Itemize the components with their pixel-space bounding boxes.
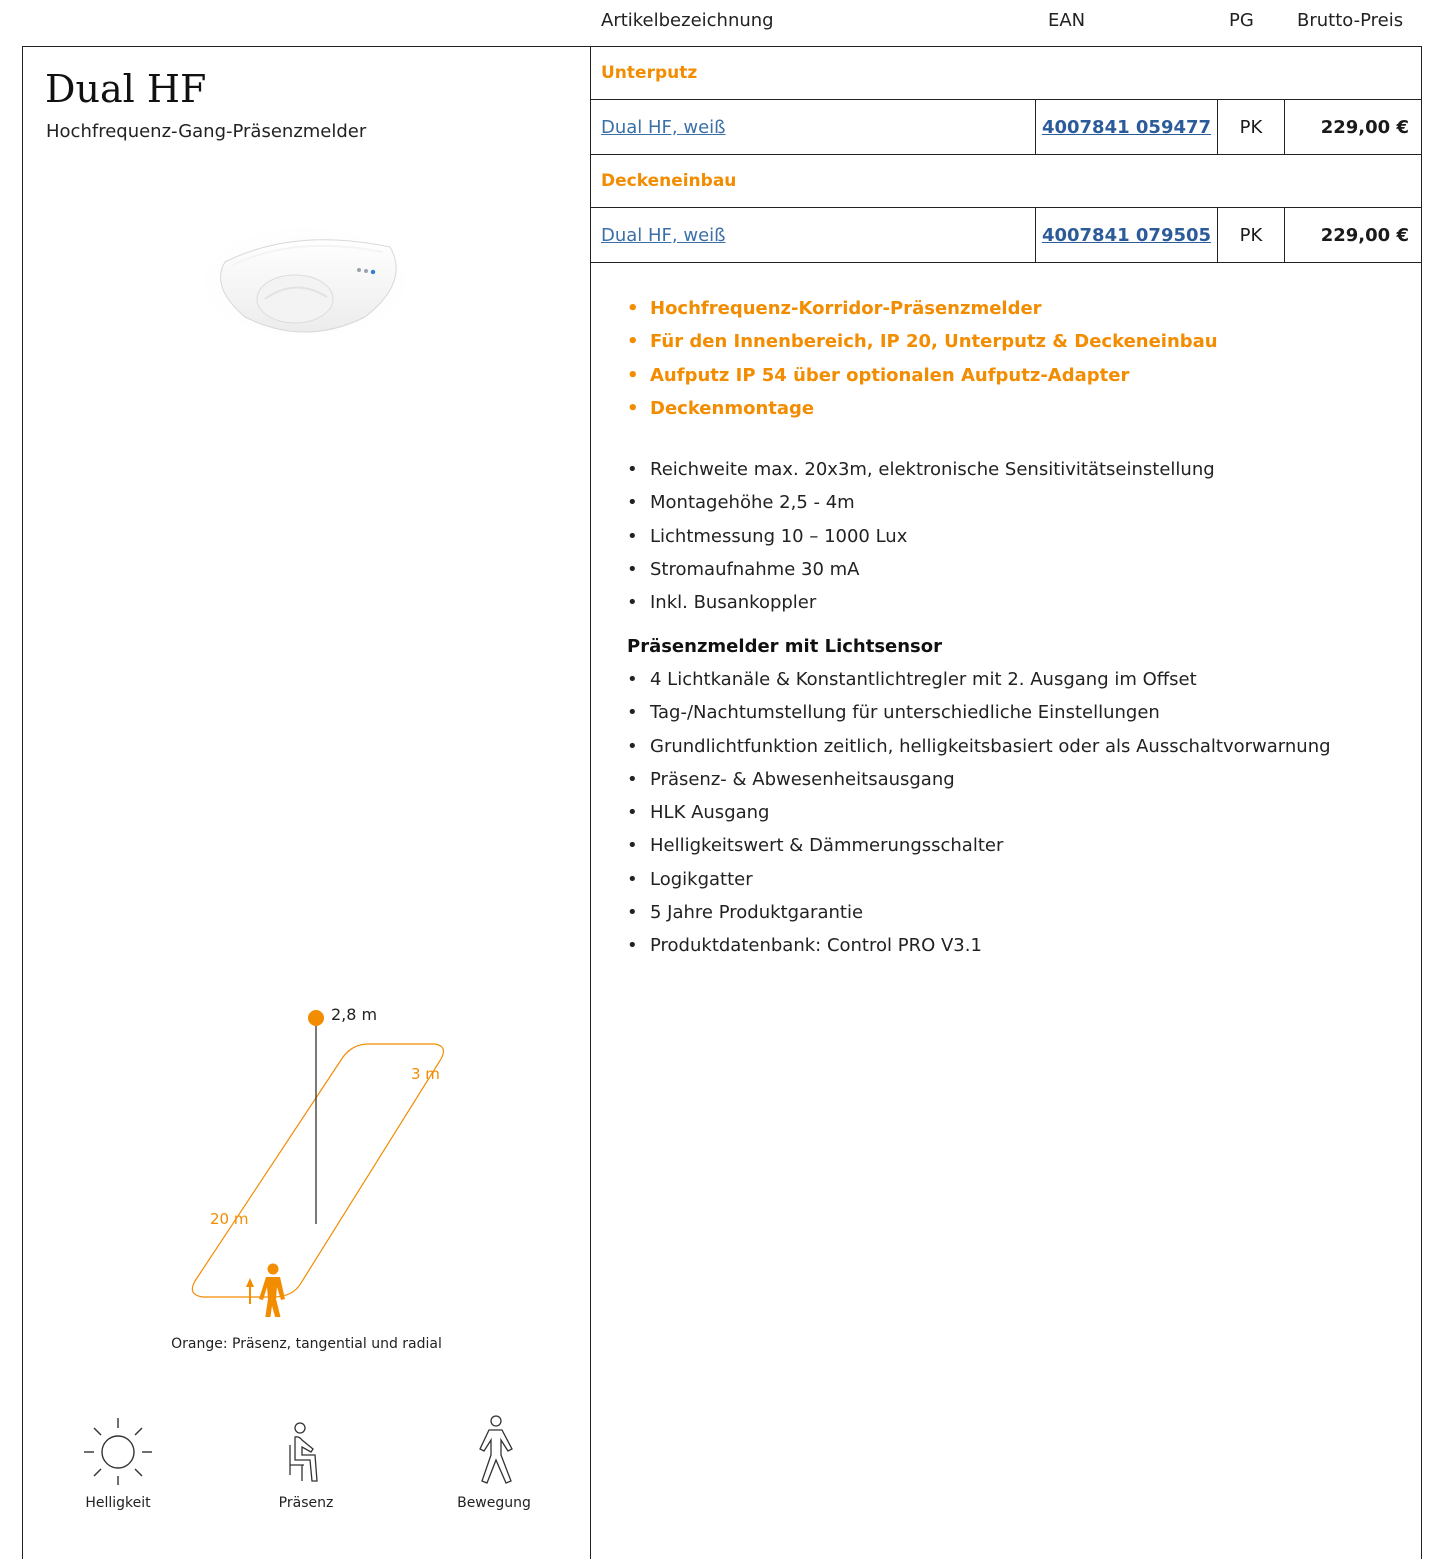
header-brutto-preis: Brutto-Preis bbox=[1297, 10, 1404, 31]
product-title: Dual HF bbox=[45, 67, 207, 111]
list-item: Produktdatenbank: Control PRO V3.1 bbox=[627, 934, 1331, 967]
article-link[interactable]: Dual HF, weiß bbox=[601, 225, 726, 246]
header-pg: PG bbox=[1229, 10, 1254, 31]
product-subtitle: Hochfrequenz-Gang-Präsenzmelder bbox=[46, 121, 367, 142]
article-link[interactable]: Dual HF, weiß bbox=[601, 117, 726, 138]
product-overview: Dual HF Hochfrequenz-Gang-Präsenzmelder bbox=[23, 47, 590, 1559]
feature-label: Helligkeit bbox=[85, 1495, 151, 1511]
list-item: Deckenmontage bbox=[627, 397, 1218, 430]
diagram-caption: Orange: Präsenz, tangential und radial bbox=[171, 1336, 442, 1352]
height-label: 2,8 m bbox=[331, 1005, 378, 1024]
coverage-diagram: 2,8 m 3 m 20 m bbox=[173, 947, 493, 1336]
pg-cell: PK bbox=[1218, 100, 1285, 154]
list-item: Reichweite max. 20x3m, elektronische Sen… bbox=[627, 458, 1215, 491]
list-item: Inkl. Busankoppler bbox=[627, 591, 1215, 624]
feature-label: Bewegung bbox=[457, 1495, 531, 1511]
feature-label: Präsenz bbox=[278, 1495, 334, 1511]
section-deckeneinbau: Deckeneinbau bbox=[591, 155, 1421, 208]
seated-person-icon bbox=[289, 1422, 318, 1482]
list-item: Stromaufnahme 30 mA bbox=[627, 558, 1215, 591]
table-header: Artikelbezeichnung EAN PG Brutto-Preis bbox=[0, 0, 1439, 46]
length-label: 20 m bbox=[210, 1210, 249, 1228]
walking-person-icon bbox=[479, 1415, 513, 1484]
price-cell: 229,00 € bbox=[1320, 224, 1409, 246]
list-item: Helligkeitswert & Dämmerungsschalter bbox=[627, 834, 1331, 867]
subsection-title: Präsenzmelder mit Lichtsensor bbox=[627, 636, 943, 657]
article-table: Unterputz Dual HF, weiß 4007841 059477 P… bbox=[591, 47, 1421, 263]
list-item: Für den Innenbereich, IP 20, Unterputz &… bbox=[627, 330, 1218, 363]
pg-cell: PK bbox=[1218, 208, 1285, 262]
list-item: Grundlichtfunktion zeitlich, helligkeits… bbox=[627, 735, 1331, 768]
sun-icon bbox=[84, 1418, 152, 1485]
list-item: Tag-/Nachtumstellung für unterschiedlich… bbox=[627, 701, 1331, 734]
list-item: 5 Jahre Produktgarantie bbox=[627, 901, 1331, 934]
list-item: Lichtmessung 10 – 1000 Lux bbox=[627, 525, 1215, 558]
spec-list: Reichweite max. 20x3m, elektronische Sen… bbox=[627, 458, 1215, 624]
header-artikelbezeichnung: Artikelbezeichnung bbox=[601, 10, 774, 31]
width-label: 3 m bbox=[411, 1065, 440, 1083]
price-cell: 229,00 € bbox=[1320, 116, 1409, 138]
ean-link[interactable]: 4007841 079505 bbox=[1042, 225, 1211, 246]
ean-link[interactable]: 4007841 059477 bbox=[1042, 117, 1211, 138]
coverage-area-outline bbox=[191, 1043, 445, 1298]
list-item: HLK Ausgang bbox=[627, 801, 1331, 834]
list-item: Montagehöhe 2,5 - 4m bbox=[627, 491, 1215, 524]
list-item: Präsenz- & Abwesenheitsausgang bbox=[627, 768, 1331, 801]
section-unterputz: Unterputz bbox=[591, 47, 1421, 100]
feature-bewegung: Bewegung bbox=[424, 1415, 564, 1511]
table-row: Dual HF, weiß 4007841 079505 PK 229,00 € bbox=[591, 208, 1421, 263]
list-item: Aufputz IP 54 über optionalen Aufputz-Ad… bbox=[627, 364, 1218, 397]
subsection-list: 4 Lichtkanäle & Konstantlichtregler mit … bbox=[627, 668, 1331, 968]
table-row: Dual HF, weiß 4007841 059477 PK 229,00 € bbox=[591, 100, 1421, 155]
feature-helligkeit: Helligkeit bbox=[48, 1415, 188, 1511]
header-ean: EAN bbox=[1048, 10, 1086, 31]
column-divider bbox=[590, 46, 591, 1559]
feature-praesenz: Präsenz bbox=[236, 1415, 376, 1511]
list-item: Logikgatter bbox=[627, 868, 1331, 901]
list-item: 4 Lichtkanäle & Konstantlichtregler mit … bbox=[627, 668, 1331, 701]
highlight-list: Hochfrequenz-Korridor-Präsenzmelder Für … bbox=[627, 297, 1218, 430]
sensor-dot bbox=[308, 1010, 324, 1026]
list-item: Hochfrequenz-Korridor-Präsenzmelder bbox=[627, 297, 1218, 330]
walking-person-figure bbox=[259, 1263, 285, 1320]
product-image bbox=[185, 207, 425, 351]
